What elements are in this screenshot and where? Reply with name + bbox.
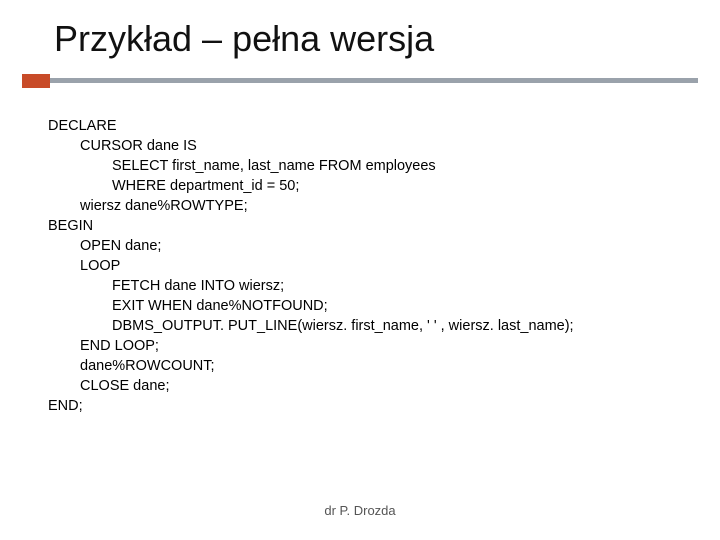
code-line: DECLARE (48, 116, 680, 136)
code-line: FETCH dane INTO wiersz; (48, 276, 680, 296)
code-line: CURSOR dane IS (48, 136, 680, 156)
code-line: CLOSE dane; (48, 376, 680, 396)
code-line: DBMS_OUTPUT. PUT_LINE(wiersz. first_name… (48, 316, 680, 336)
code-line: END LOOP; (48, 336, 680, 356)
code-line: OPEN dane; (48, 236, 680, 256)
code-line: END; (48, 396, 680, 416)
slide-title: Przykład – pełna wersja (0, 0, 720, 74)
code-line: LOOP (48, 256, 680, 276)
code-line: wiersz dane%ROWTYPE; (48, 196, 680, 216)
code-line: EXIT WHEN dane%NOTFOUND; (48, 296, 680, 316)
code-block: DECLARE CURSOR dane IS SELECT first_name… (0, 88, 720, 416)
code-line: dane%ROWCOUNT; (48, 356, 680, 376)
accent-bar (22, 74, 720, 88)
code-line: BEGIN (48, 216, 680, 236)
code-line: WHERE department_id = 50; (48, 176, 680, 196)
accent-right (50, 78, 698, 83)
slide: Przykład – pełna wersja DECLARE CURSOR d… (0, 0, 720, 540)
code-line: SELECT first_name, last_name FROM employ… (48, 156, 680, 176)
accent-left (22, 74, 50, 88)
footer-author: dr P. Drozda (0, 503, 720, 518)
